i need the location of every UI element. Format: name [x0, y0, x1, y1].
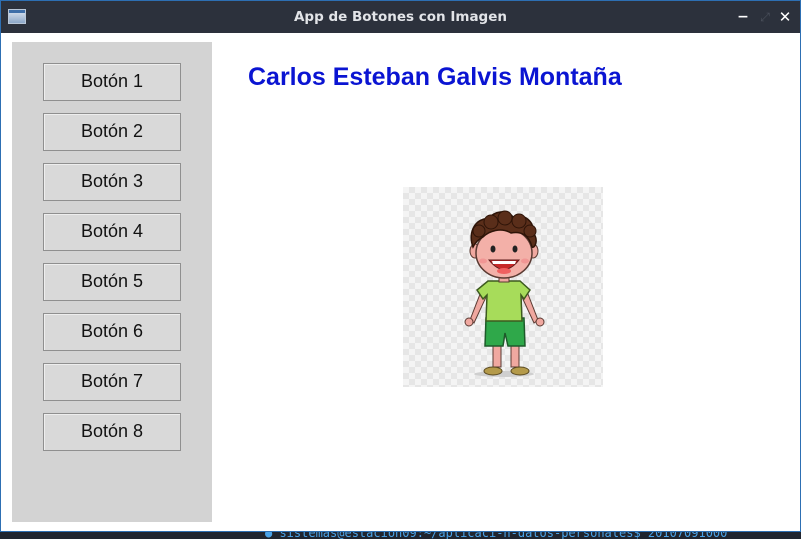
button-2[interactable]: Botón 2 — [43, 113, 181, 151]
background-terminal: ● sistemas@estacion09:~/aplicaci-n-datos… — [0, 531, 801, 539]
button-8[interactable]: Botón 8 — [43, 413, 181, 451]
maximize-button[interactable]: ⤢ — [756, 7, 774, 27]
minimize-button[interactable]: − — [734, 7, 752, 27]
button-7[interactable]: Botón 7 — [43, 363, 181, 401]
button-5[interactable]: Botón 5 — [43, 263, 181, 301]
cartoon-boy-illustration — [464, 210, 545, 377]
window-title: App de Botones con Imagen — [293, 9, 507, 25]
desktop: ● sistemas@estacion09:~/aplicaci-n-datos… — [0, 0, 801, 539]
app-window: App de Botones con Imagen − ⤢ ✕ Botón 1 … — [0, 0, 801, 532]
window-content: Botón 1 Botón 2 Botón 3 Botón 4 Botón 5 … — [1, 33, 800, 531]
person-name-heading: Carlos Esteban Galvis Montaña — [248, 63, 622, 91]
button-3[interactable]: Botón 3 — [43, 163, 181, 201]
button-1[interactable]: Botón 1 — [43, 63, 181, 101]
button-4[interactable]: Botón 4 — [43, 213, 181, 251]
button-6[interactable]: Botón 6 — [43, 313, 181, 351]
terminal-prompt: ● sistemas@estacion09:~/aplicaci-n-datos… — [265, 531, 728, 539]
close-button[interactable]: ✕ — [776, 7, 794, 27]
cartoon-boy-image — [403, 187, 603, 387]
sidebar-panel: Botón 1 Botón 2 Botón 3 Botón 4 Botón 5 … — [12, 42, 212, 522]
window-titlebar[interactable]: App de Botones con Imagen − ⤢ ✕ — [1, 1, 800, 33]
